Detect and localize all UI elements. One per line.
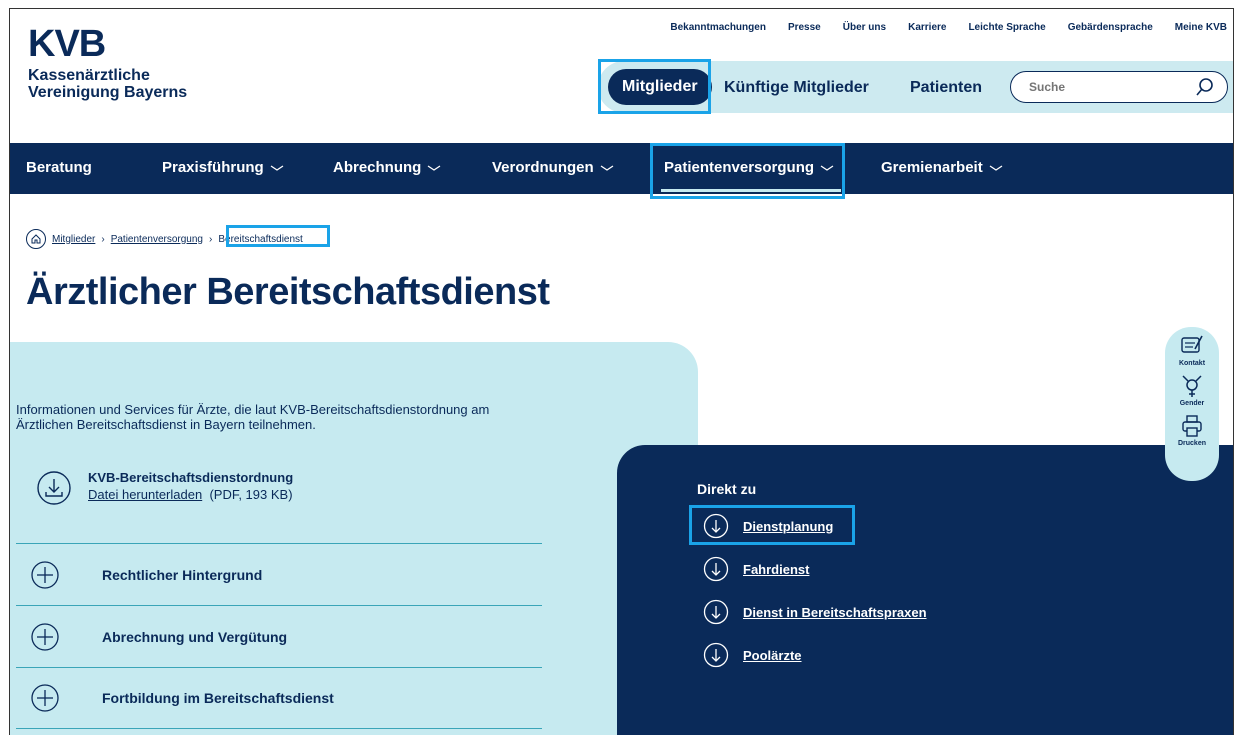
direkt-zu-bereitschaftspraxen[interactable]: Dienst in Bereitschaftspraxen (703, 599, 927, 625)
topnav-bekanntmachungen[interactable]: Bekanntmachungen (670, 22, 766, 33)
search-icon[interactable] (1195, 77, 1215, 97)
nav-praxisfuehrung-label: Praxisführung (162, 159, 264, 176)
arrow-down-circle-icon (703, 556, 729, 582)
accordion-label: Rechtlicher Hintergrund (102, 566, 263, 583)
audience-kuenftige-mitglieder-link[interactable]: Künftige Mitglieder (724, 79, 869, 97)
direkt-zu-poolaerzte[interactable]: Poolärzte (703, 642, 802, 668)
nav-beratung[interactable]: Beratung (26, 159, 92, 176)
accordion-label: Fortbildung im Bereitschaftsdienst (102, 690, 334, 706)
side-widget: Kontakt Gender Drucken (1165, 327, 1219, 481)
plus-circle-icon (31, 560, 59, 589)
drucken-button[interactable]: Drucken (1178, 413, 1206, 447)
breadcrumb-mitglieder[interactable]: Mitglieder (52, 234, 95, 245)
logo-line-2: Vereinigung Bayerns (28, 84, 188, 101)
direkt-zu-label: Fahrdienst (743, 561, 810, 577)
topnav-meine-kvb[interactable]: Meine KVB (1175, 22, 1227, 33)
topnav-leichte-sprache[interactable]: Leichte Sprache (968, 22, 1045, 33)
top-utility-nav: Bekanntmachungen Presse Über uns Karrier… (670, 22, 1227, 33)
topnav-karriere[interactable]: Karriere (908, 22, 946, 33)
kontakt-button[interactable]: Kontakt (1179, 333, 1205, 367)
chevron-down-icon (427, 164, 441, 171)
nav-abrechnung[interactable]: Abrechnung (333, 159, 441, 176)
direkt-zu-label: Dienst in Bereitschaftspraxen (743, 604, 927, 620)
nav-abrechnung-label: Abrechnung (333, 159, 422, 176)
nav-verordnungen[interactable]: Verordnungen (492, 159, 614, 176)
intro-text: Informationen und Services für Ärzte, di… (16, 402, 490, 432)
logo-line-1: Kassenärztliche (28, 67, 150, 84)
direkt-zu-panel: Direkt zu Dienstplanung Fahrdienst Diens… (617, 445, 1233, 735)
kontakt-label: Kontakt (1178, 360, 1206, 367)
gender-icon (1182, 375, 1202, 397)
highlight-patientenversorgung (650, 143, 845, 199)
page-title: Ärztlicher Bereitschaftsdienst (26, 271, 550, 313)
nav-gremienarbeit[interactable]: Gremienarbeit (881, 159, 1003, 176)
nav-beratung-label: Beratung (26, 159, 92, 176)
highlight-breadcrumb-current (226, 225, 330, 247)
direkt-zu-fahrdienst[interactable]: Fahrdienst (703, 556, 809, 582)
download-title: KVB-Bereitschaftsdienstordnung (88, 470, 294, 485)
download-link[interactable]: Datei herunterladen (88, 487, 202, 502)
drucken-label: Drucken (1177, 440, 1206, 447)
topnav-presse[interactable]: Presse (788, 22, 821, 33)
breadcrumb-patientenversorgung[interactable]: Patientenversorgung (111, 234, 203, 245)
browser-page: KVB Kassenärztliche Vereinigung Bayerns … (9, 8, 1234, 735)
accordion-fortbildung[interactable]: Fortbildung im Bereitschaftsdienst (16, 667, 542, 729)
accordion-label: Abrechnung und Vergütung (102, 628, 288, 645)
arrow-down-circle-icon (703, 599, 729, 625)
kvb-logo[interactable]: KVB Kassenärztliche Vereinigung Bayerns (28, 25, 187, 101)
search-box (1010, 71, 1228, 103)
content-panel: Informationen und Services für Ärzte, di… (10, 342, 698, 735)
direkt-zu-label: Poolärzte (743, 647, 802, 663)
plus-circle-icon (31, 684, 59, 712)
chevron-down-icon (989, 164, 1003, 171)
accordion-rechtlicher-hintergrund[interactable]: Rechtlicher Hintergrund (16, 543, 542, 605)
download-item: KVB-Bereitschaftsdienstordnung Datei her… (36, 470, 293, 506)
contact-form-icon (1181, 335, 1203, 353)
direkt-zu-title: Direkt zu (697, 481, 757, 497)
download-meta: (PDF, 193 KB) (209, 487, 293, 502)
chevron-down-icon (270, 164, 284, 171)
topnav-gebaerdensprache[interactable]: Gebärdensprache (1068, 22, 1153, 33)
printer-icon (1182, 415, 1202, 437)
plus-circle-icon (31, 622, 59, 651)
highlight-mitglieder (598, 59, 711, 114)
breadcrumb-separator-icon: › (209, 233, 213, 245)
arrow-down-circle-icon (703, 642, 729, 668)
logo-mark: KVB (28, 23, 106, 65)
home-icon[interactable] (26, 229, 46, 249)
nav-gremienarbeit-label: Gremienarbeit (881, 159, 983, 176)
nav-verordnungen-label: Verordnungen (492, 159, 594, 176)
search-input[interactable] (1029, 80, 1189, 94)
main-nav: Beratung Praxisführung Abrechnung Verord… (10, 143, 1233, 194)
accordion-abrechnung-verguetung[interactable]: Abrechnung und Vergütung (16, 605, 542, 667)
nav-praxisfuehrung[interactable]: Praxisführung (162, 159, 284, 176)
download-icon[interactable] (36, 470, 72, 506)
audience-patienten-link[interactable]: Patienten (910, 79, 982, 97)
chevron-down-icon (600, 164, 614, 171)
breadcrumb-separator-icon: › (101, 233, 105, 245)
gender-label: Gender (1179, 400, 1205, 407)
highlight-dienstplanung (689, 505, 855, 545)
gender-button[interactable]: Gender (1179, 373, 1205, 407)
topnav-ueber-uns[interactable]: Über uns (843, 22, 886, 33)
